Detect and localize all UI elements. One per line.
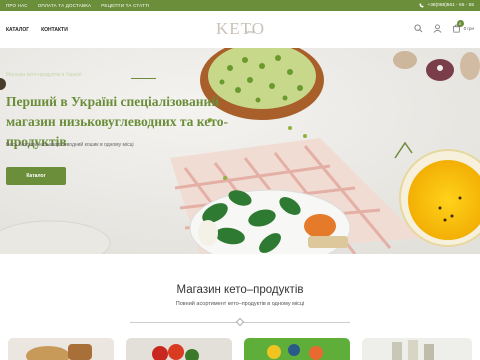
- section-title: Магазин кето–продуктів: [176, 284, 304, 296]
- main-nav: КАТАЛОГ КОНТАКТИ: [6, 27, 68, 33]
- cart-total: 0 грн: [463, 26, 474, 31]
- nav-catalog[interactable]: КАТАЛОГ: [6, 27, 29, 33]
- divider-diamond-icon: [235, 317, 245, 327]
- top-bar: ПРО НАС ОПЛАТА ТА ДОСТАВКА РЕЦЕПТИ ТА СТ…: [0, 0, 480, 11]
- category-cards: [0, 338, 480, 360]
- category-card-drinks[interactable]: [362, 338, 472, 360]
- vegetables-image: [126, 338, 232, 360]
- hero-kicker: Магазин кето-продуктів в Україні: [6, 72, 82, 78]
- category-card-bread[interactable]: [8, 338, 114, 360]
- phone-number: +38(068)561 - 55 - 55: [427, 3, 474, 8]
- catalog-button[interactable]: Каталог: [6, 167, 66, 185]
- cart-button[interactable]: 0 0 грн: [452, 20, 474, 33]
- hero-banner: Магазин кето-продуктів в Україні Перший …: [0, 48, 480, 254]
- hero-title-line-1: Перший в Україні спеціалізований: [6, 94, 220, 109]
- header-icons: 0 0 грн: [414, 20, 474, 33]
- search-icon[interactable]: [414, 24, 423, 33]
- category-card-snacks[interactable]: [244, 338, 350, 360]
- cart-count-badge: 0: [456, 20, 464, 27]
- top-links: ПРО НАС ОПЛАТА ТА ДОСТАВКА РЕЦЕПТИ ТА СТ…: [6, 3, 149, 8]
- logo-subtext: shop: [246, 30, 255, 34]
- top-link-about[interactable]: ПРО НАС: [6, 3, 28, 8]
- top-link-recipes[interactable]: РЕЦЕПТИ ТА СТАТТІ: [101, 3, 149, 8]
- logo[interactable]: KETO: [216, 19, 265, 39]
- header: КАТАЛОГ КОНТАКТИ KETO shop 0 0 грн: [0, 11, 480, 48]
- category-card-vegetables[interactable]: [126, 338, 232, 360]
- hero-accent-line: [131, 78, 156, 79]
- phone-link[interactable]: +38(068)561 - 55 - 55: [419, 3, 474, 8]
- top-link-payment-delivery[interactable]: ОПЛАТА ТА ДОСТАВКА: [38, 3, 92, 8]
- snacks-image: [244, 338, 350, 360]
- drinks-image: [362, 338, 472, 360]
- section-subtitle: Повний асортимент кето–продуктів в одном…: [175, 301, 305, 307]
- user-icon[interactable]: [433, 24, 442, 33]
- bread-image: [8, 338, 114, 360]
- hero-subtitle: Весь базовий низьковуглеводний кошик в о…: [6, 142, 134, 148]
- phone-icon: [419, 3, 424, 8]
- nav-contacts[interactable]: КОНТАКТИ: [41, 27, 68, 33]
